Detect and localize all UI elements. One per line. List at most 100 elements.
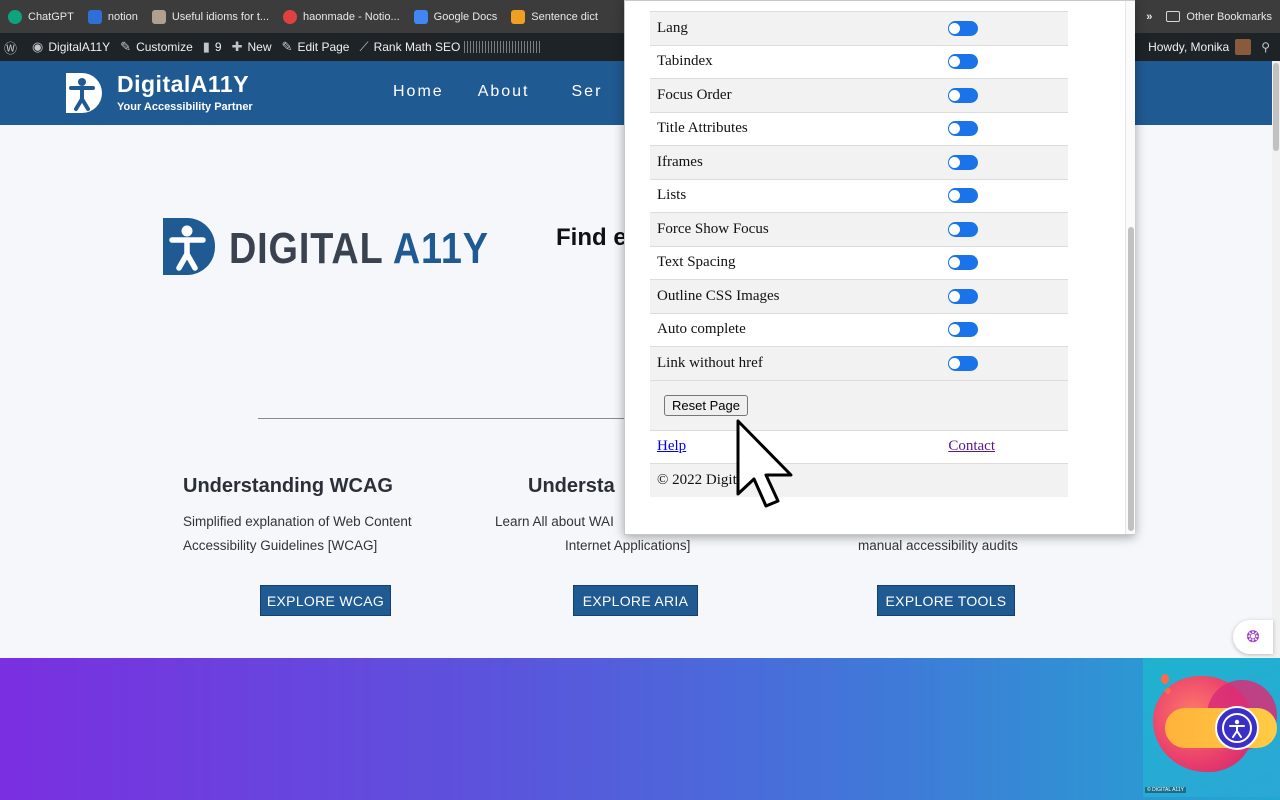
rule-row-force-show-focus: Force Show Focus xyxy=(650,213,1068,247)
card-aria-title: Understa xyxy=(528,475,615,497)
popup-scrollbar[interactable] xyxy=(1125,1,1135,534)
admin-site-link[interactable]: ◉ DigitalA11Y xyxy=(32,39,110,55)
accessibility-person-icon[interactable] xyxy=(66,73,102,113)
plus-icon: ✚ xyxy=(231,39,243,54)
page-scrollbar[interactable] xyxy=(1272,61,1280,658)
paintbrush-icon: ✎ xyxy=(120,39,132,54)
rule-row-iframes: Iframes xyxy=(650,146,1068,180)
other-bookmarks[interactable]: Other Bookmarks xyxy=(1186,11,1272,23)
bookmarks-overflow-button[interactable]: » xyxy=(1146,11,1152,23)
rule-label: Iframes xyxy=(657,153,703,170)
main-nav: Home About Ser xyxy=(393,83,602,101)
rule-toggle-lists[interactable] xyxy=(948,188,978,204)
avatar[interactable] xyxy=(1235,39,1252,55)
reset-page-button[interactable]: Reset Page xyxy=(664,394,748,416)
rule-label: Force Show Focus xyxy=(657,220,769,237)
card-desc-line: Internet Applications] xyxy=(565,538,691,553)
rule-toggle-lang[interactable] xyxy=(948,20,978,36)
rank-math-link[interactable]: ⟋ Rank Math SEO xyxy=(359,39,543,55)
rule-toggle-iframes[interactable] xyxy=(948,154,978,170)
rule-row-text-spacing: Text Spacing xyxy=(650,246,1068,280)
rule-toggle-link-without-href[interactable] xyxy=(948,355,978,371)
rule-toggle-auto-complete[interactable] xyxy=(948,322,978,338)
card-wcag-title: Understanding WCAG xyxy=(183,475,393,497)
mouse-cursor-icon xyxy=(735,418,801,515)
section-divider xyxy=(258,418,638,419)
search-icon[interactable]: ⚲ xyxy=(1261,40,1270,54)
rule-row-focus-order: Focus Order xyxy=(650,79,1068,113)
google-docs-icon xyxy=(413,9,428,24)
rule-label: Text Spacing xyxy=(657,254,736,271)
rule-toggle-title-attributes[interactable] xyxy=(948,121,978,137)
bookmark-idioms[interactable]: Useful idioms for t... xyxy=(151,9,270,24)
nav-services[interactable]: Ser xyxy=(572,83,603,101)
rule-label: Title Attributes xyxy=(657,120,748,137)
bookmark-label: Useful idioms for t... xyxy=(171,10,270,23)
site-title[interactable]: DigitalA11Y xyxy=(117,71,249,98)
contact-link[interactable]: Contact xyxy=(948,438,995,455)
explore-wcag-button[interactable]: EXPLORE WCAG xyxy=(260,585,391,616)
page-scrollbar-thumb[interactable] xyxy=(1273,63,1279,151)
rule-toggle-focus-order[interactable] xyxy=(948,87,978,103)
widget-dot xyxy=(1165,688,1171,694)
brain-icon: ❂ xyxy=(1246,629,1260,646)
rule-row-lists: Lists xyxy=(650,179,1068,213)
notion-icon xyxy=(87,9,102,24)
rule-label: Lang xyxy=(657,19,688,36)
rule-toggle-force-show-focus[interactable] xyxy=(948,221,978,237)
nav-home[interactable]: Home xyxy=(393,83,444,101)
stats-sparkline-icon xyxy=(464,41,543,53)
edit-page-link[interactable]: ✎ Edit Page xyxy=(282,39,350,55)
bookmark-notion[interactable]: notion xyxy=(87,9,138,24)
accessibility-icon xyxy=(1222,713,1252,743)
hero-logo-text: DIGITAL A11Y xyxy=(229,224,489,274)
brain-extension-button[interactable]: ❂ xyxy=(1233,620,1273,654)
bookmark-google-docs[interactable]: Google Docs xyxy=(413,9,498,24)
card-desc-line: Accessibility Guidelines [WCAG] xyxy=(183,538,378,553)
explore-aria-button[interactable]: EXPLORE ARIA xyxy=(573,585,698,616)
rule-label: Outline CSS Images xyxy=(657,287,780,304)
card-wcag-desc: Simplified explanation of Web Content Acc… xyxy=(183,510,412,558)
bookmark-sentence-dict[interactable]: Sentence dict xyxy=(511,9,598,24)
table-row xyxy=(650,1,1068,12)
rule-label: Focus Order xyxy=(657,86,732,103)
rules-table: Lang Tabindex Focus Order Title Attribut… xyxy=(650,1,1068,497)
bookmark-chatgpt[interactable]: ChatGPT xyxy=(8,9,74,24)
howdy-label[interactable]: Howdy, Monika xyxy=(1148,40,1229,54)
rule-toggle-outline-css-images[interactable] xyxy=(948,288,978,304)
rule-toggle-text-spacing[interactable] xyxy=(948,255,978,271)
footer-gradient xyxy=(0,658,1280,800)
explore-tools-button[interactable]: EXPLORE TOOLS xyxy=(877,585,1015,616)
popup-scrollbar-thumb[interactable] xyxy=(1128,227,1134,531)
bookmark-label: Sentence dict xyxy=(531,10,598,23)
sentence-dict-icon xyxy=(511,9,526,24)
wordpress-logo-button[interactable]: Ⓦ xyxy=(4,38,22,57)
accessibility-menu-button[interactable] xyxy=(1215,706,1259,750)
rule-row-lang: Lang xyxy=(650,12,1068,46)
digital-a11y-logo-icon xyxy=(163,218,215,275)
chatgpt-icon xyxy=(8,9,22,24)
rule-row-tabindex: Tabindex xyxy=(650,45,1068,79)
help-link[interactable]: Help xyxy=(657,438,686,455)
rule-toggle-tabindex[interactable] xyxy=(948,54,978,70)
hero-logo-accent: A11Y xyxy=(392,224,489,273)
rule-row-outline-css-images: Outline CSS Images xyxy=(650,280,1068,314)
new-content-link[interactable]: ✚ New xyxy=(232,39,272,55)
rule-label: Link without href xyxy=(657,354,763,371)
dashboard-icon: ◉ xyxy=(32,39,44,54)
card-desc-line: Simplified explanation of Web Content xyxy=(183,514,412,529)
reset-row: Reset Page xyxy=(650,380,1068,431)
idioms-icon xyxy=(151,9,166,24)
bookmark-label: haonmade - Notio... xyxy=(303,10,400,23)
admin-site-label: DigitalA11Y xyxy=(48,40,111,54)
customize-label: Customize xyxy=(136,40,193,54)
nav-about[interactable]: About xyxy=(478,83,530,101)
comments-link[interactable]: ▮ 9 xyxy=(203,39,222,55)
bookmark-haonmade[interactable]: haonmade - Notio... xyxy=(283,9,400,24)
customize-link[interactable]: ✎ Customize xyxy=(120,39,193,55)
copyright-text: © 2022 Digit xyxy=(650,463,1068,497)
folder-icon xyxy=(1166,11,1181,22)
hero-heading: Find e xyxy=(556,224,627,251)
rule-label: Tabindex xyxy=(657,53,713,70)
bookmark-label: Google Docs xyxy=(433,10,498,23)
